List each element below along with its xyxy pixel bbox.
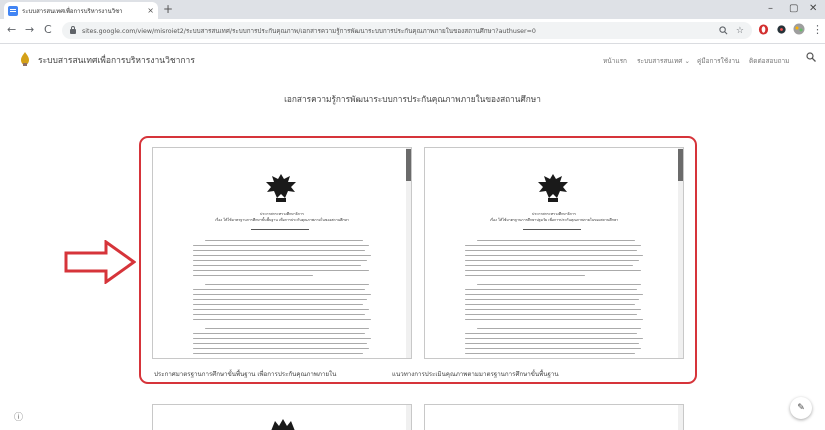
document-text-line [465, 265, 633, 267]
close-window-button[interactable]: ✕ [809, 2, 817, 16]
minimize-button[interactable]: – [768, 2, 773, 16]
tab-title: ระบบสารสนเทศเพื่อการบริหารงานวิชา [22, 7, 123, 15]
document-2-caption[interactable]: แนวทางการประเมินคุณภาพตามมาตรฐานการศึกษา… [392, 369, 559, 379]
document-2-scrollbar[interactable] [678, 148, 683, 358]
document-text-line [193, 265, 361, 267]
back-button[interactable]: ← [7, 23, 16, 37]
browser-tab[interactable]: ระบบสารสนเทศเพื่อการบริหารงานวิชา × [4, 2, 158, 19]
document-text-line [193, 275, 313, 277]
document-text-line [465, 314, 637, 316]
document-text-line [193, 314, 365, 316]
garuda-emblem-icon [271, 419, 295, 430]
document-text-line [193, 338, 371, 340]
opera-extension-icon[interactable] [758, 23, 769, 37]
browser-toolbar: ← → C sites.google.com/view/misroiet2/ระ… [0, 19, 825, 44]
document-text-line [205, 284, 369, 286]
address-bar[interactable]: sites.google.com/view/misroiet2/ระบบสารส… [62, 22, 752, 39]
document-preview-3[interactable] [152, 404, 412, 430]
document-text-line [477, 240, 635, 242]
document-1-header: ประกาศกระทรวงศึกษาธิการ [260, 212, 304, 216]
document-text-line [193, 294, 371, 296]
document-text-line [193, 299, 367, 301]
nav-contact[interactable]: ติดต่อสอบถาม [749, 56, 789, 66]
lock-icon [70, 26, 76, 34]
new-tab-button[interactable]: + [163, 2, 173, 16]
document-preview-2[interactable]: ประกาศกระทรวงศึกษาธิการ เรื่อง ให้ใช้มาต… [424, 147, 684, 359]
site-info-icon[interactable]: ⓘ [14, 410, 23, 423]
document-text-line [477, 328, 641, 330]
document-text-line [193, 353, 363, 355]
document-text-line [193, 289, 365, 291]
document-text-line [465, 309, 641, 311]
document-text-line [465, 260, 639, 262]
document-text-line [205, 328, 369, 330]
document-text-line [193, 255, 371, 257]
document-text-line [465, 299, 639, 301]
document-text-line [193, 348, 369, 350]
document-text-line [465, 348, 641, 350]
bookmark-star-icon[interactable]: ☆ [736, 26, 744, 36]
document-2-subheader: เรื่อง ให้ใช้มาตรฐานการศึกษาปฐมวัย เพื่อ… [489, 218, 619, 222]
document-text-line [193, 250, 365, 252]
garuda-emblem-icon [538, 174, 568, 202]
document-text-line [193, 319, 371, 321]
chrome-menu-icon[interactable]: ⋮ [812, 23, 823, 37]
site-logo-icon[interactable] [20, 52, 30, 66]
document-text-line [465, 338, 643, 340]
nav-information-system[interactable]: ระบบสารสนเทศ ⌄ [637, 56, 690, 66]
profile-avatar-icon[interactable] [793, 23, 805, 37]
extension-dark-icon[interactable] [776, 23, 787, 37]
document-text-line [465, 270, 641, 272]
document-text-line [465, 250, 637, 252]
edit-button[interactable]: ✎ [790, 397, 812, 419]
document-text-line [193, 343, 367, 345]
zoom-search-icon[interactable] [719, 26, 728, 35]
document-text-line [193, 304, 363, 306]
page-title: เอกสารความรู้การพัฒนาระบบการประกันคุณภาพ… [284, 94, 541, 104]
site-header: ระบบสารสนเทศเพื่อการบริหารงานวิชาการ หน้… [0, 44, 825, 74]
browser-tabstrip: ระบบสารสนเทศเพื่อการบริหารงานวิชา × + – … [0, 0, 825, 19]
document-text-line [465, 333, 637, 335]
document-text-line [193, 260, 367, 262]
document-preview-4[interactable] [424, 404, 684, 430]
document-text-line [465, 275, 585, 277]
document-1-subheader: เรื่อง ให้ใช้มาตรฐานการศึกษาขั้นพื้นฐาน … [215, 218, 349, 222]
document-2-header: ประกาศกระทรวงศึกษาธิการ [532, 212, 576, 216]
pencil-icon: ✎ [797, 403, 805, 413]
document-text-line [465, 255, 643, 257]
document-text-line [193, 270, 369, 272]
document-text-line [465, 304, 635, 306]
nav-home[interactable]: หน้าแรก [603, 56, 627, 66]
document-text-line [465, 319, 643, 321]
document-text-line [193, 333, 365, 335]
document-text-line [465, 289, 637, 291]
document-1-caption[interactable]: ประกาศมาตรฐานการศึกษาขั้นพื้นฐาน เพื่อกา… [154, 369, 336, 379]
maximize-button[interactable]: ▢ [789, 2, 798, 16]
site-search-icon[interactable] [806, 52, 816, 62]
reload-button[interactable]: C [44, 23, 52, 37]
document-text-line [465, 353, 635, 355]
document-2-divider [523, 229, 581, 230]
document-1-divider [251, 229, 309, 230]
document-4-scrollbar[interactable] [678, 405, 683, 430]
document-text-line [465, 343, 639, 345]
document-text-line [193, 245, 369, 247]
document-1-scrollbar[interactable] [406, 148, 411, 358]
url-text[interactable]: sites.google.com/view/misroiet2/ระบบสารส… [82, 26, 536, 36]
document-preview-1[interactable]: ประกาศกระทรวงศึกษาธิการ เรื่อง ให้ใช้มาต… [152, 147, 412, 359]
nav-user-manual[interactable]: คู่มือการใช้งาน [697, 56, 739, 66]
forward-button[interactable]: → [25, 23, 34, 37]
site-title[interactable]: ระบบสารสนเทศเพื่อการบริหารงานวิชาการ [38, 53, 195, 67]
document-text-line [477, 284, 641, 286]
document-text-line [193, 309, 369, 311]
garuda-emblem-icon [266, 174, 296, 202]
sites-favicon-icon [8, 5, 18, 16]
document-text-line [465, 294, 643, 296]
document-3-scrollbar[interactable] [406, 405, 411, 430]
document-text-line [465, 245, 641, 247]
red-arrow-annotation-icon [64, 240, 136, 284]
tab-close-icon[interactable]: × [147, 6, 154, 15]
document-text-line [205, 240, 363, 242]
